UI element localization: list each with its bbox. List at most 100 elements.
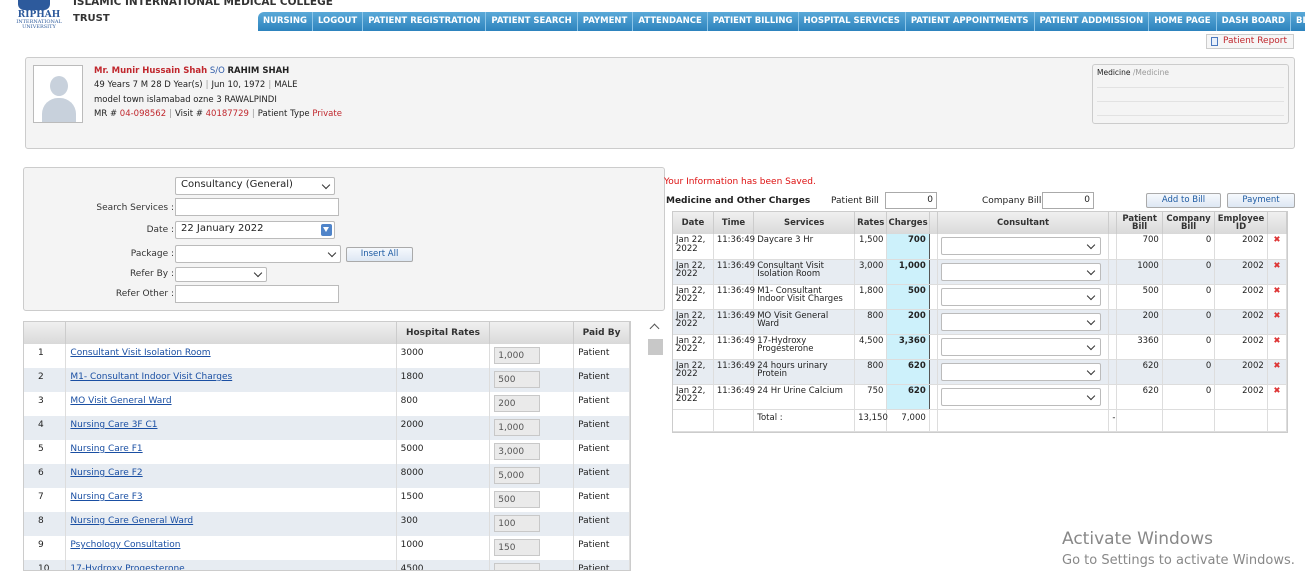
scroll-thumb[interactable] <box>648 339 663 355</box>
nav-item[interactable]: PATIENT APPOINTMENTS <box>906 12 1035 31</box>
nav-item[interactable]: PATIENT REGISTRATION <box>363 12 487 31</box>
service-link[interactable]: Nursing Care 3F C1 <box>70 420 157 430</box>
nav-item[interactable]: HOME PAGE <box>1149 12 1217 31</box>
charge-amount[interactable]: 200 <box>886 309 930 335</box>
nav-item[interactable]: ATTENDANCE <box>633 12 708 31</box>
service-link[interactable]: MO Visit General Ward <box>70 396 171 406</box>
nav-item[interactable]: PATIENT ADDMISSION <box>1035 12 1150 31</box>
charge-date: Jan 22, 2022 <box>673 234 714 260</box>
total-charges: 7,000 <box>886 409 930 432</box>
nav-item[interactable]: LOGOUT <box>313 12 364 31</box>
row-number: 9 <box>24 536 67 560</box>
amount-input[interactable]: 150 <box>494 539 541 556</box>
rates-col-header <box>65 322 397 344</box>
amount-input[interactable]: 3,000 <box>494 443 541 460</box>
charge-time: 11:36:49 <box>713 309 755 335</box>
nav-item[interactable]: BI REPORTS <box>1291 12 1305 31</box>
charge-amount[interactable]: 500 <box>886 284 930 310</box>
hospital-rate: 800 <box>396 392 491 416</box>
charge-amount[interactable]: 700 <box>886 234 930 260</box>
employee-id: 2002 <box>1214 259 1268 285</box>
amount-input[interactable]: 500 <box>494 491 541 508</box>
service-link[interactable]: M1- Consultant Indoor Visit Charges <box>70 372 232 382</box>
service-link[interactable]: Nursing Care F2 <box>70 468 142 478</box>
patient-bill: 700 <box>1116 234 1163 260</box>
patient-report-button[interactable]: Patient Report <box>1206 34 1294 49</box>
nav-item[interactable]: HOSPITAL SERVICES <box>799 12 906 31</box>
delete-icon[interactable]: ✖ <box>1267 384 1288 410</box>
refer-by-select[interactable] <box>175 267 267 282</box>
nav-item[interactable]: DASH BOARD <box>1217 12 1292 31</box>
search-services-input[interactable] <box>175 198 339 216</box>
service-type-select[interactable]: Consultancy (General) <box>175 177 335 195</box>
amount-input[interactable] <box>494 563 541 570</box>
charge-amount[interactable]: 620 <box>886 384 930 410</box>
refer-other-input[interactable] <box>175 285 339 303</box>
nav-item[interactable]: PATIENT BILLING <box>708 12 799 31</box>
service-link[interactable]: Nursing Care F1 <box>70 444 142 454</box>
charge-amount[interactable]: 1,000 <box>886 259 930 285</box>
service-link[interactable]: Consultant Visit Isolation Room <box>70 348 210 358</box>
riphah-logo: RIPHAH INTERNATIONAL UNIVERSITY <box>6 0 66 30</box>
rates-row: 9 Psychology Consultation 1000 150 Patient <box>24 536 630 560</box>
amount-cell: 1,000 <box>489 416 575 440</box>
scroll-up-icon[interactable] <box>649 323 660 334</box>
chevron-down-icon <box>1086 240 1096 250</box>
date-label: Date : <box>146 225 174 235</box>
service-cell: Nursing Care 3F C1 <box>65 416 397 440</box>
company-bill-input[interactable]: 0 <box>1042 192 1094 209</box>
row-number: 3 <box>24 392 67 416</box>
calendar-dropdown-icon[interactable] <box>321 224 332 236</box>
add-to-bill-button[interactable]: Add to Bill <box>1146 193 1221 208</box>
date-select[interactable]: 22 January 2022 <box>175 221 335 239</box>
charge-service: 24 hours urinary Protein <box>753 359 856 385</box>
amount-cell: 1,000 <box>489 344 575 368</box>
nav-item[interactable]: PAYMENT <box>578 12 634 31</box>
amount-cell: 200 <box>489 392 575 416</box>
delete-icon[interactable]: ✖ <box>1267 359 1288 385</box>
consultant-select[interactable] <box>940 337 1101 356</box>
delete-icon[interactable]: ✖ <box>1267 259 1288 285</box>
patient-bill-input[interactable]: 0 <box>885 192 937 209</box>
delete-icon[interactable]: ✖ <box>1267 284 1288 310</box>
consultant-select[interactable] <box>940 362 1101 381</box>
consultant-cell <box>937 284 1110 310</box>
charge-rate: 800 <box>854 359 888 385</box>
nav-item[interactable]: NURSING <box>258 12 313 31</box>
amount-input[interactable]: 500 <box>494 371 541 388</box>
charge-amount[interactable]: 3,360 <box>886 334 930 360</box>
delete-icon[interactable]: ✖ <box>1267 309 1288 335</box>
mr-number: 04-098562 <box>119 108 167 119</box>
delete-icon[interactable]: ✖ <box>1267 334 1288 360</box>
service-link[interactable]: Nursing Care F3 <box>70 492 142 502</box>
service-link[interactable]: Nursing Care General Ward <box>70 516 193 526</box>
consultant-select[interactable] <box>940 387 1101 406</box>
service-link[interactable]: 17-Hydroxy Progesterone <box>70 564 184 570</box>
paid-by: Patient <box>573 512 630 536</box>
amount-input[interactable]: 1,000 <box>494 419 541 436</box>
consultant-cell <box>937 384 1110 410</box>
consultant-select[interactable] <box>940 287 1101 306</box>
charge-amount[interactable]: 620 <box>886 359 930 385</box>
rates-col-header <box>489 322 575 344</box>
consultant-select[interactable] <box>940 262 1101 281</box>
amount-input[interactable]: 100 <box>494 515 541 532</box>
amount-input[interactable]: 200 <box>494 395 541 412</box>
payment-button[interactable]: Payment <box>1227 193 1295 208</box>
insert-all-button[interactable]: Insert All <box>346 247 413 262</box>
charge-row: Jan 22, 2022 11:36:49 24 Hr Urine Calcium 7… <box>673 384 1288 410</box>
delete-icon[interactable]: ✖ <box>1267 234 1288 260</box>
amount-input[interactable]: 1,000 <box>494 347 541 364</box>
spacer <box>1108 234 1118 260</box>
company-bill: 0 <box>1162 284 1216 310</box>
consultant-select[interactable] <box>940 237 1101 255</box>
package-select[interactable] <box>175 245 341 263</box>
amount-input[interactable]: 5,000 <box>494 467 541 484</box>
rates-scrollbar[interactable] <box>647 321 664 567</box>
consultant-select[interactable] <box>940 312 1101 331</box>
nav-item[interactable]: PATIENT SEARCH <box>486 12 578 31</box>
chevron-down-icon <box>1086 341 1096 350</box>
paid-by: Patient <box>573 464 630 488</box>
service-link[interactable]: Psychology Consultation <box>70 540 180 550</box>
charge-rate: 4,500 <box>854 334 888 360</box>
